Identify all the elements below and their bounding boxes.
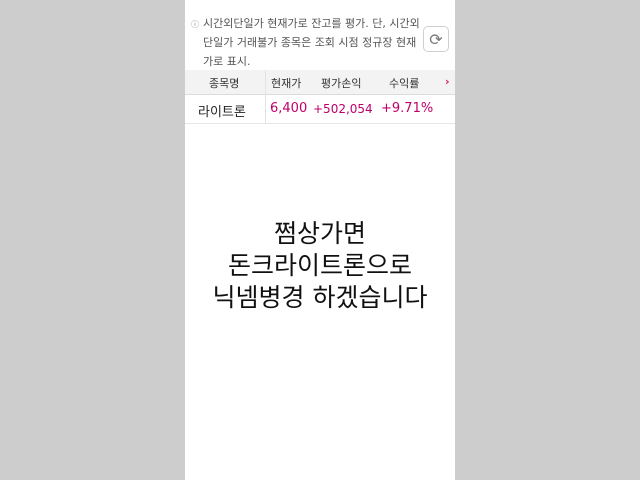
return-rate: +9.71% (381, 101, 434, 116)
phone-screen: ⓘ 시간외단일가 현재가로 잔고를 평가. 단, 시간외단일가 거래불가 종목은… (185, 0, 455, 480)
header-stock-name[interactable]: 종목명 (209, 75, 239, 91)
refresh-icon: ⟳ (429, 29, 443, 49)
refresh-button[interactable]: ⟳ (423, 26, 449, 52)
notice-text: 시간외단일가 현재가로 잔고를 평가. 단, 시간외단일가 거래불가 종목은 조… (203, 17, 420, 68)
background-left (0, 0, 185, 480)
valuation-notice: ⓘ 시간외단일가 현재가로 잔고를 평가. 단, 시간외단일가 거래불가 종목은… (191, 14, 421, 71)
info-icon: ⓘ (191, 20, 199, 29)
holdings-table-header: 종목명 현재가 평가손익 수익률 › (185, 70, 455, 95)
caption-line-3: 닉넴병경 하겠습니다 (212, 283, 428, 312)
header-profit-loss[interactable]: 평가손익 (321, 75, 361, 91)
profit-loss: +502,054 (313, 102, 373, 116)
table-row[interactable]: 라이트론 6,400 +502,054 +9.71% (185, 95, 455, 124)
stock-name: 라이트론 (198, 105, 246, 120)
header-return-rate[interactable]: 수익률 (389, 75, 419, 91)
subtitle-caption: 쩜상가면 돈크라이트론으로 닉넴병경 하겠습니다 (185, 218, 455, 314)
caption-line-2: 돈크라이트론으로 (227, 251, 412, 280)
background-right (455, 0, 640, 480)
column-more-icon[interactable]: › (445, 75, 450, 88)
header-current-price[interactable]: 현재가 (271, 75, 301, 91)
current-price: 6,400 (270, 101, 308, 116)
caption-line-1: 쩜상가면 (273, 219, 366, 248)
